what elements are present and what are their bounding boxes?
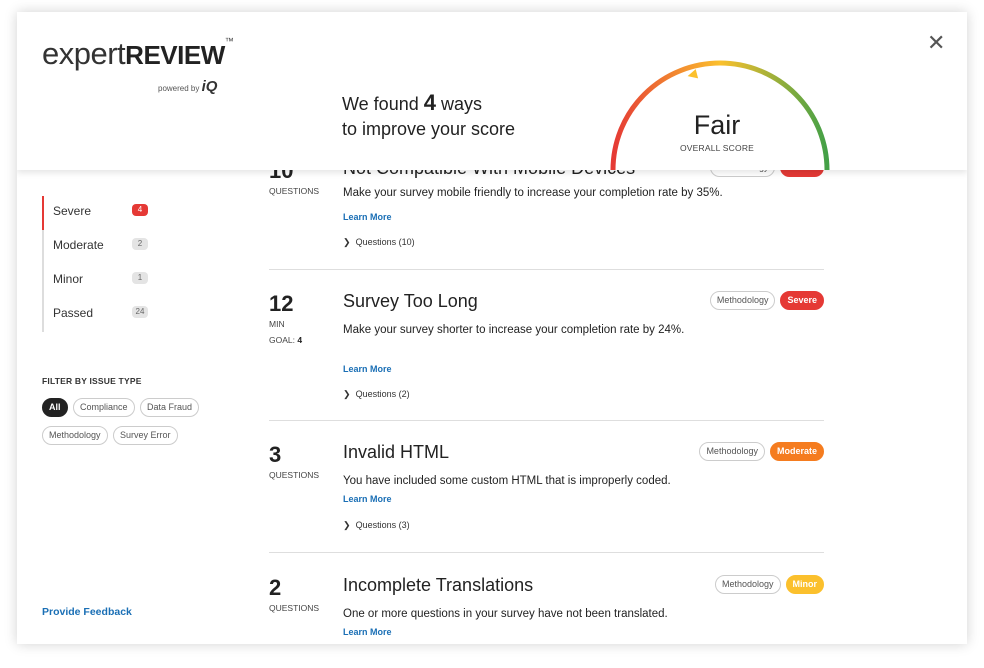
severity-item-severe[interactable]: Severe 4 bbox=[42, 196, 162, 230]
issue-count: 12 bbox=[269, 291, 294, 316]
issue-unit: MIN bbox=[269, 319, 285, 329]
issue-unit: QUESTIONS bbox=[269, 186, 320, 196]
score-caption: OVERALL SCORE bbox=[679, 143, 755, 153]
learn-more-link[interactable]: Learn More bbox=[343, 364, 392, 374]
tag-severity: Moderate bbox=[769, 442, 824, 461]
issue-description: One or more questions in your survey hav… bbox=[343, 608, 668, 620]
goal-label: GOAL: bbox=[269, 335, 298, 345]
issue-card: 12 MIN GOAL: 4 Survey Too Long Methodolo… bbox=[269, 291, 824, 411]
tag-type: Methodology bbox=[699, 442, 765, 461]
issue-tags: Methodology Minor bbox=[710, 575, 824, 594]
severity-label: Moderate bbox=[53, 238, 104, 252]
header: expertREVIEW™ powered by iQ We found 4 w… bbox=[17, 12, 967, 170]
severity-label: Severe bbox=[53, 204, 92, 218]
issue-description: Make your survey shorter to increase you… bbox=[343, 324, 685, 336]
issue-card: 3 QUESTIONS Invalid HTML Methodology Mode… bbox=[269, 442, 824, 552]
issue-card: 10 QUESTIONS Not Compatible With Mobile … bbox=[269, 158, 824, 268]
chevron-right-icon: ❯ bbox=[343, 237, 351, 247]
severity-item-moderate[interactable]: Moderate 2 bbox=[44, 230, 164, 264]
issue-count: 3 bbox=[269, 442, 282, 467]
issue-description: You have included some custom HTML that … bbox=[343, 475, 671, 487]
divider bbox=[269, 269, 824, 270]
provide-feedback-link[interactable]: Provide Feedback bbox=[42, 606, 132, 618]
expert-review-modal: 10 QUESTIONS Not Compatible With Mobile … bbox=[17, 12, 967, 644]
filter-chip-compliance[interactable]: Compliance bbox=[72, 398, 135, 417]
questions-toggle-label: Questions (10) bbox=[355, 237, 415, 247]
issue-tags: Methodology Moderate bbox=[694, 442, 824, 461]
issue-title: Survey Too Long bbox=[343, 291, 478, 311]
questions-toggle[interactable]: ❯ Questions (2) bbox=[343, 389, 410, 400]
severity-count-badge: 2 bbox=[132, 238, 148, 250]
filter-chip-all[interactable]: All bbox=[42, 398, 68, 417]
severity-count-badge: 4 bbox=[132, 204, 148, 216]
issue-unit: QUESTIONS bbox=[269, 470, 320, 480]
learn-more-link[interactable]: Learn More bbox=[343, 212, 392, 222]
questions-toggle-label: Questions (2) bbox=[355, 389, 410, 399]
filter-chip-methodology[interactable]: Methodology bbox=[42, 426, 108, 445]
issue-title: Invalid HTML bbox=[343, 442, 450, 462]
chevron-right-icon: ❯ bbox=[343, 520, 351, 530]
divider bbox=[269, 552, 824, 553]
filter-chips: All Compliance Data Fraud Methodology Su… bbox=[42, 397, 242, 453]
issue-tags: MethodologySevere bbox=[705, 291, 824, 310]
issue-goal: GOAL: 4 bbox=[269, 335, 302, 345]
severity-list: Severe 4 Moderate 2 Minor 1 Passed 24 bbox=[42, 196, 164, 332]
goal-value: 4 bbox=[297, 335, 303, 345]
learn-more-link[interactable]: Learn More bbox=[343, 494, 392, 504]
issue-card: 2 QUESTIONS Incomplete Translations Meth… bbox=[269, 575, 824, 644]
sidebar: Severe 4 Moderate 2 Minor 1 Passed 24 FI… bbox=[17, 170, 257, 644]
issue-title: Incomplete Translations bbox=[343, 575, 534, 595]
issue-description: Make your survey mobile friendly to incr… bbox=[343, 187, 723, 199]
tag-severity: Minor bbox=[785, 575, 824, 594]
filter-chip-data-fraud[interactable]: Data Fraud bbox=[139, 398, 199, 417]
close-icon[interactable]: ✕ bbox=[927, 30, 945, 56]
headline: We found 4 ways to improve your score bbox=[342, 90, 516, 139]
logo-wordmark: expertREVIEW™ bbox=[42, 36, 234, 71]
divider bbox=[269, 420, 824, 421]
score-label: Fair bbox=[693, 110, 741, 140]
chevron-right-icon: ❯ bbox=[343, 389, 351, 399]
questions-toggle[interactable]: ❯ Questions (10) bbox=[343, 237, 415, 248]
severity-count-badge: 24 bbox=[132, 306, 148, 318]
tag-type: Methodology bbox=[714, 575, 781, 594]
gauge-marker-icon bbox=[687, 69, 699, 79]
questions-toggle[interactable]: ❯ Questions (3) bbox=[343, 520, 410, 531]
severity-item-passed[interactable]: Passed 24 bbox=[44, 298, 164, 332]
questions-toggle-label: Questions (3) bbox=[355, 520, 410, 530]
severity-count-badge: 1 bbox=[132, 272, 148, 284]
severity-label: Passed bbox=[53, 306, 94, 320]
filter-title: FILTER BY ISSUE TYPE bbox=[42, 376, 142, 386]
tag-severity: Severe bbox=[780, 291, 824, 310]
learn-more-link[interactable]: Learn More bbox=[343, 627, 392, 637]
tag-type: Methodology bbox=[709, 291, 776, 310]
filter-chip-survey-error[interactable]: Survey Error bbox=[113, 426, 178, 445]
issue-count: 2 bbox=[269, 575, 282, 600]
severity-item-minor[interactable]: Minor 1 bbox=[44, 264, 164, 298]
logo: expertREVIEW™ powered by iQ bbox=[42, 36, 234, 95]
powered-by: powered by iQ bbox=[158, 78, 218, 95]
issue-unit: QUESTIONS bbox=[269, 603, 320, 613]
issue-total: 4 bbox=[423, 90, 436, 115]
severity-label: Minor bbox=[53, 272, 84, 286]
